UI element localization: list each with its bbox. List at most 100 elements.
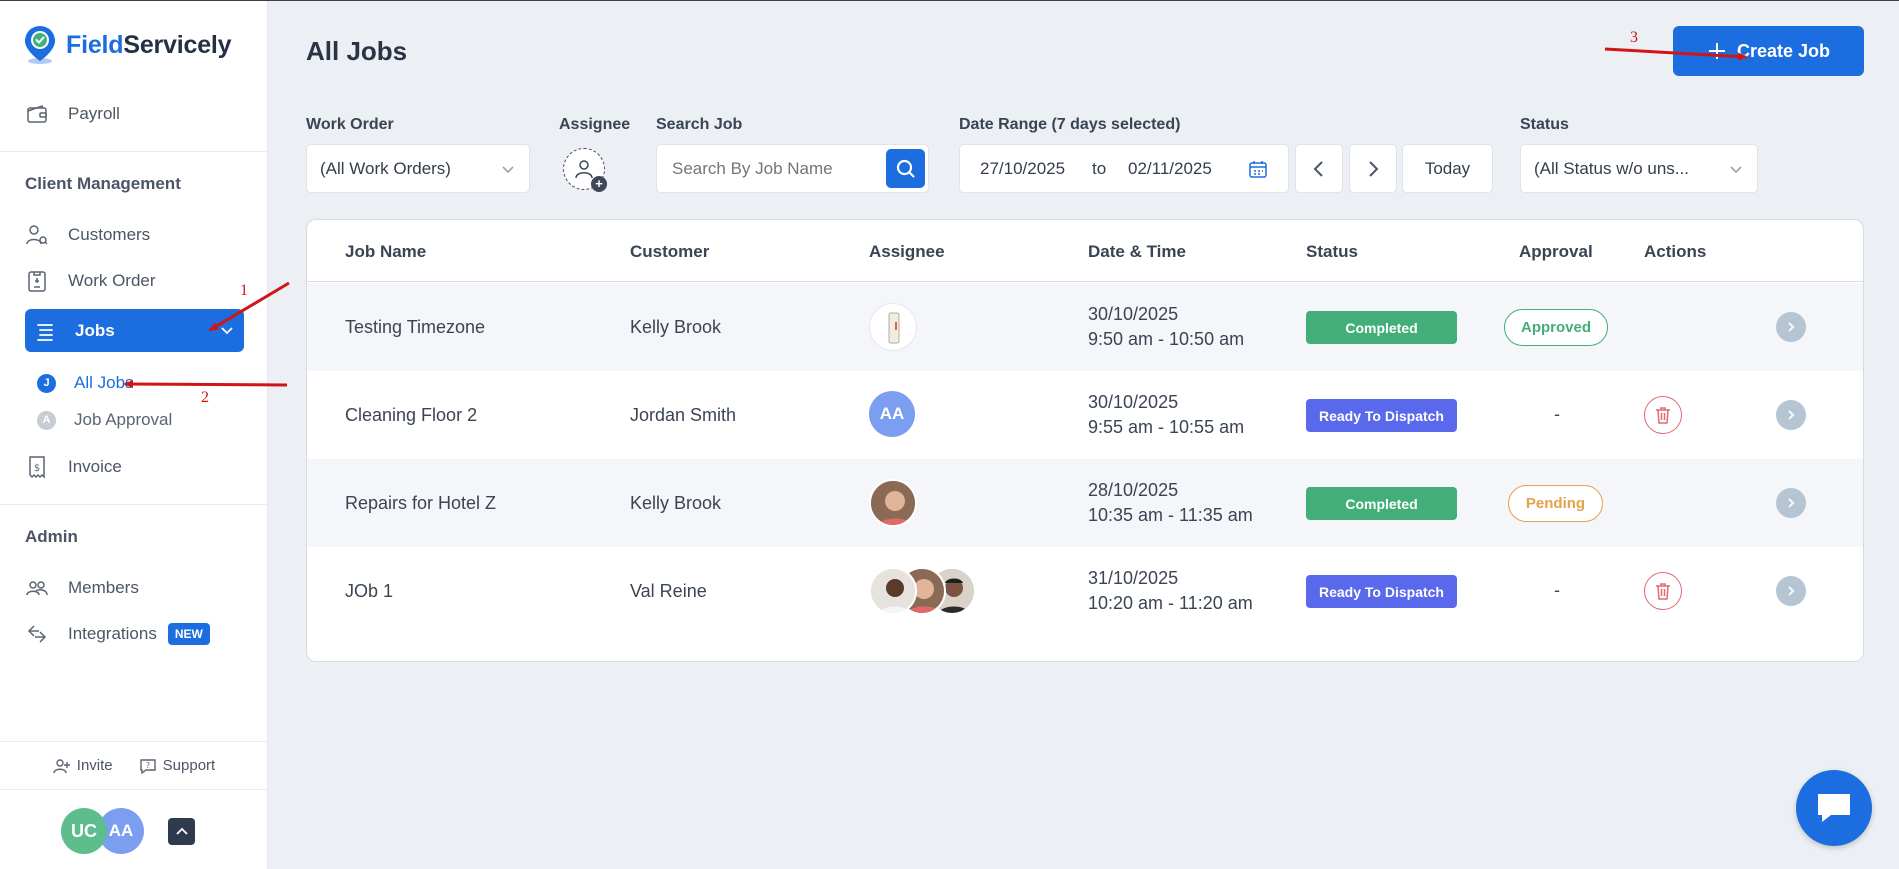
assignee-avatar[interactable]: [869, 303, 917, 351]
search-box: [656, 144, 929, 193]
support-link[interactable]: ? Support: [139, 757, 216, 775]
status-badge: Completed: [1306, 311, 1457, 344]
open-job-button[interactable]: [1776, 400, 1806, 430]
date-range-picker[interactable]: 27/10/2025 to 02/11/2025: [959, 144, 1289, 193]
work-order-icon: [24, 268, 50, 294]
user-icon: [575, 160, 593, 179]
sidebar-item-label: Integrations: [68, 624, 157, 643]
column-header-customer[interactable]: Customer: [630, 242, 709, 262]
job-date: 31/10/2025: [1088, 568, 1179, 588]
create-job-button[interactable]: Create Job: [1673, 26, 1864, 76]
sidebar-item-label: Jobs: [75, 320, 115, 340]
list-icon: [33, 318, 59, 344]
page-title: All Jobs: [306, 36, 408, 66]
sidebar-subitem-all-jobs[interactable]: J All Jobs: [37, 370, 134, 396]
today-button[interactable]: Today: [1402, 144, 1493, 193]
chat-button[interactable]: [1796, 770, 1872, 846]
approval-badge: Approved: [1504, 309, 1608, 346]
assignee-avatar[interactable]: AA: [869, 391, 915, 437]
sidebar-item-integrations[interactable]: Integrations NEW: [24, 614, 210, 654]
table-row[interactable]: JOb 1 Val Reine 31/10/2025 10:20 am - 11…: [307, 547, 1863, 635]
previous-range-button[interactable]: [1295, 144, 1343, 193]
support-label: Support: [162, 757, 216, 774]
sidebar-item-customers[interactable]: Customers: [24, 215, 150, 255]
sidebar-item-label: Members: [68, 578, 139, 597]
assignee-avatar[interactable]: [869, 567, 917, 615]
search-button[interactable]: [886, 149, 925, 188]
column-header-approval[interactable]: Approval: [1519, 242, 1593, 262]
sidebar-item-members[interactable]: Members: [24, 568, 139, 608]
open-job-button[interactable]: [1776, 312, 1806, 342]
column-header-job-name[interactable]: Job Name: [345, 242, 426, 262]
job-date: 28/10/2025: [1088, 480, 1179, 500]
delete-job-button[interactable]: [1644, 572, 1682, 610]
brand-name-part1: Field: [66, 30, 124, 59]
sidebar-item-work-order[interactable]: Work Order: [24, 261, 156, 301]
assignee-filter-button[interactable]: +: [563, 148, 607, 192]
table-row[interactable]: Testing Timezone Kelly Brook 30/10/2025 …: [307, 283, 1863, 371]
app-logo[interactable]: FieldServicely: [24, 25, 232, 65]
table-row[interactable]: Repairs for Hotel Z Kelly Brook 28/10/20…: [307, 459, 1863, 547]
job-time: 10:35 am - 11:35 am: [1088, 505, 1253, 525]
customer-name: Val Reine: [630, 581, 707, 601]
chevron-down-icon: [1730, 165, 1742, 173]
assignee-avatar[interactable]: [869, 479, 917, 527]
map-pin-check-logo-icon: [25, 26, 55, 64]
customers-icon: [24, 222, 50, 248]
help-bubble-icon: ?: [139, 758, 156, 774]
assignee-label: Assignee: [559, 116, 631, 133]
status-value: (All Status w/o uns...: [1534, 158, 1689, 178]
chevron-down-icon: [502, 165, 514, 173]
svg-text:$: $: [34, 463, 40, 474]
search-input[interactable]: [672, 158, 882, 179]
chevron-right-icon: [1788, 410, 1795, 420]
status-select[interactable]: (All Status w/o uns...: [1520, 144, 1758, 193]
work-order-select[interactable]: (All Work Orders): [306, 144, 530, 193]
assignee-photo-icon: [871, 481, 915, 525]
job-date: 30/10/2025: [1088, 392, 1179, 412]
work-order-label: Work Order: [306, 116, 394, 133]
sidebar-subitem-label: Job Approval: [74, 410, 173, 429]
status-label: Status: [1520, 116, 1569, 133]
expand-up-button[interactable]: [168, 818, 195, 845]
members-icon: [24, 575, 50, 601]
table-row[interactable]: Cleaning Floor 2 Jordan Smith AA 30/10/2…: [307, 371, 1863, 459]
brand-name: FieldServicely: [66, 30, 232, 60]
avatar[interactable]: UC: [61, 808, 107, 854]
customer-name: Kelly Brook: [630, 493, 722, 513]
job-name[interactable]: Testing Timezone: [345, 317, 485, 338]
invite-link[interactable]: Invite: [53, 757, 113, 775]
chevron-down-icon[interactable]: [218, 321, 236, 339]
section-title-admin: Admin: [25, 527, 78, 546]
trash-icon: [1656, 583, 1670, 600]
column-header-assignee[interactable]: Assignee: [869, 242, 945, 262]
section-title-client-management: Client Management: [25, 174, 181, 193]
sidebar-subitem-label: All Jobs: [74, 373, 134, 392]
search-job-label: Search Job: [656, 116, 743, 133]
chevron-right-icon: [1788, 586, 1795, 596]
sidebar-item-payroll[interactable]: Payroll: [24, 94, 120, 134]
column-header-date-time[interactable]: Date & Time: [1088, 242, 1186, 262]
chevron-right-icon: [1788, 322, 1795, 332]
open-job-button[interactable]: [1776, 488, 1806, 518]
sidebar-item-jobs[interactable]: Jobs: [25, 309, 244, 352]
sidebar: FieldServicely Payroll Client Management…: [0, 0, 268, 869]
next-range-button[interactable]: [1349, 144, 1397, 193]
approval-empty: -: [1554, 404, 1560, 424]
sidebar-divider: [0, 504, 268, 505]
sidebar-subitem-job-approval[interactable]: A Job Approval: [37, 407, 172, 433]
column-header-status[interactable]: Status: [1306, 242, 1358, 262]
add-user-icon: [53, 758, 70, 773]
job-name[interactable]: Repairs for Hotel Z: [345, 493, 496, 514]
open-job-button[interactable]: [1776, 576, 1806, 606]
status-badge: Ready To Dispatch: [1306, 399, 1457, 432]
today-label: Today: [1424, 158, 1471, 178]
chevron-right-icon: [1788, 498, 1795, 508]
sidebar-item-invoice[interactable]: $ Invoice: [24, 447, 122, 487]
delete-job-button[interactable]: [1644, 396, 1682, 434]
job-name[interactable]: JOb 1: [345, 581, 393, 602]
job-time: 9:50 am - 10:50 am: [1088, 329, 1245, 349]
brand-name-part2: Servicely: [123, 30, 232, 59]
job-name[interactable]: Cleaning Floor 2: [345, 405, 477, 426]
date-range-label: Date Range (7 days selected): [959, 116, 1181, 133]
